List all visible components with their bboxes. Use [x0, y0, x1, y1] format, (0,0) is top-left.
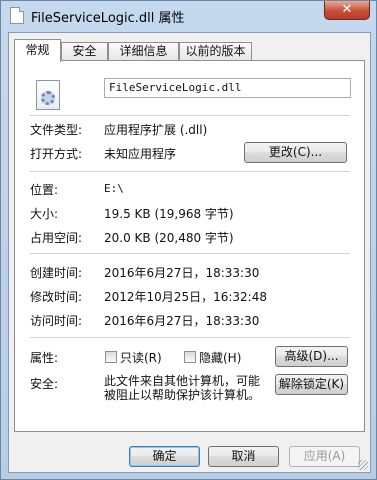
title-bar[interactable]: FileServiceLogic.dll 属性 ✕ — [1, 1, 376, 31]
tab-general[interactable]: 常规 — [14, 39, 61, 62]
separator — [30, 115, 350, 116]
size-label: 大小: — [30, 207, 59, 221]
file-icon — [10, 7, 24, 24]
size-on-disk-value: 20.0 KB (20,480 字节) — [104, 231, 234, 245]
opens-with-value: 未知应用程序 — [104, 147, 177, 161]
size-on-disk-label: 占用空间: — [30, 231, 83, 245]
dll-gear-file-icon — [36, 80, 60, 110]
security-message-line1: 此文件来自其他计算机，可能 — [104, 374, 261, 388]
created-value: 2016年6月27日，18:33:30 — [104, 266, 260, 280]
ok-button[interactable]: 确定 — [129, 446, 200, 467]
file-name-field[interactable]: FileServiceLogic.dll — [104, 78, 351, 98]
modified-label: 修改时间: — [30, 290, 83, 304]
security-message-line2: 被阻止以帮助保护该计算机。 — [104, 388, 261, 402]
cancel-button[interactable]: 取消 — [208, 446, 279, 467]
unblock-button[interactable]: 解除锁定(K) — [275, 374, 348, 395]
advanced-button[interactable]: 高级(D)... — [275, 346, 348, 367]
accessed-value: 2016年6月27日，18:33:30 — [104, 314, 260, 328]
separator — [30, 253, 350, 254]
size-value: 19.5 KB (19,968 字节) — [104, 207, 234, 221]
properties-window: FileServiceLogic.dll 属性 ✕ 常规 安全 详细信息 以前的… — [0, 0, 377, 480]
tab-details[interactable]: 详细信息 — [108, 42, 179, 61]
window-title: FileServiceLogic.dll 属性 — [31, 11, 185, 26]
location-label: 位置: — [30, 183, 59, 197]
close-button[interactable]: ✕ — [324, 1, 370, 20]
readonly-label[interactable]: 只读(R) — [120, 349, 162, 366]
modified-value: 2012年10月25日，16:32:48 — [104, 290, 267, 304]
separator — [30, 337, 350, 338]
accessed-label: 访问时间: — [30, 314, 83, 328]
hidden-checkbox[interactable] — [184, 351, 196, 363]
separator — [30, 171, 350, 172]
tab-previous-versions[interactable]: 以前的版本 — [179, 42, 252, 61]
gear-icon — [41, 91, 55, 105]
attributes-label: 属性: — [30, 351, 59, 365]
dialog-client: 常规 安全 详细信息 以前的版本 FileServiceLogic.dll 文件… — [8, 32, 371, 473]
general-panel: FileServiceLogic.dll 文件类型: 应用程序扩展 (.dll)… — [14, 60, 365, 432]
location-value: E:\ — [104, 182, 124, 195]
opens-with-label: 打开方式: — [30, 147, 83, 161]
created-label: 创建时间: — [30, 266, 83, 280]
hidden-label[interactable]: 隐藏(H) — [199, 349, 241, 366]
file-type-label: 文件类型: — [30, 123, 83, 137]
apply-button[interactable]: 应用(A) — [289, 446, 360, 467]
resize-grip[interactable] — [358, 460, 368, 470]
readonly-checkbox[interactable] — [105, 351, 117, 363]
security-label: 安全: — [30, 377, 59, 391]
tab-security[interactable]: 安全 — [61, 42, 108, 61]
change-button[interactable]: 更改(C)... — [244, 142, 347, 163]
file-type-value: 应用程序扩展 (.dll) — [104, 123, 208, 137]
